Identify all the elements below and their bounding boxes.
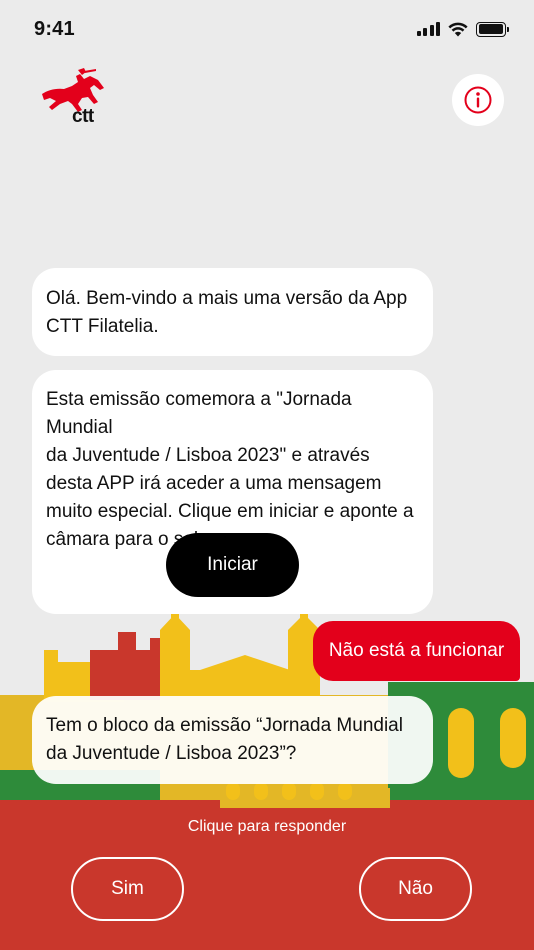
info-icon xyxy=(464,86,492,114)
start-button[interactable]: Iniciar xyxy=(166,533,299,597)
bot-message-intro: Esta emissão comemora a "Jornada Mundial… xyxy=(32,370,433,614)
bot-message-question: Tem o bloco da emissão “Jornada Mundial … xyxy=(32,696,433,784)
reply-panel: Clique para responder Sim Não xyxy=(0,808,534,950)
cellular-signal-icon xyxy=(416,22,440,36)
message-text: Esta emissão comemora a "Jornada Mundial… xyxy=(46,389,414,550)
reply-prompt: Clique para responder xyxy=(187,818,347,835)
yes-button[interactable]: Sim xyxy=(71,857,184,921)
battery-icon xyxy=(476,21,509,37)
status-bar: 9:41 xyxy=(0,0,534,58)
wifi-icon xyxy=(448,22,468,36)
logo-text: ctt xyxy=(72,106,94,127)
status-icons xyxy=(416,21,509,37)
no-button[interactable]: Não xyxy=(359,857,472,921)
app-header: ctt xyxy=(0,58,534,148)
user-message: Não está a funcionar xyxy=(313,621,520,681)
message-text: Olá. Bem-vindo a mais uma versão da App … xyxy=(46,288,408,337)
ctt-logo: ctt xyxy=(38,68,110,130)
status-time: 9:41 xyxy=(34,17,75,40)
message-text: Tem o bloco da emissão “Jornada Mundial … xyxy=(46,715,403,764)
bot-message-welcome: Olá. Bem-vindo a mais uma versão da App … xyxy=(32,268,433,356)
info-button[interactable] xyxy=(452,74,504,126)
